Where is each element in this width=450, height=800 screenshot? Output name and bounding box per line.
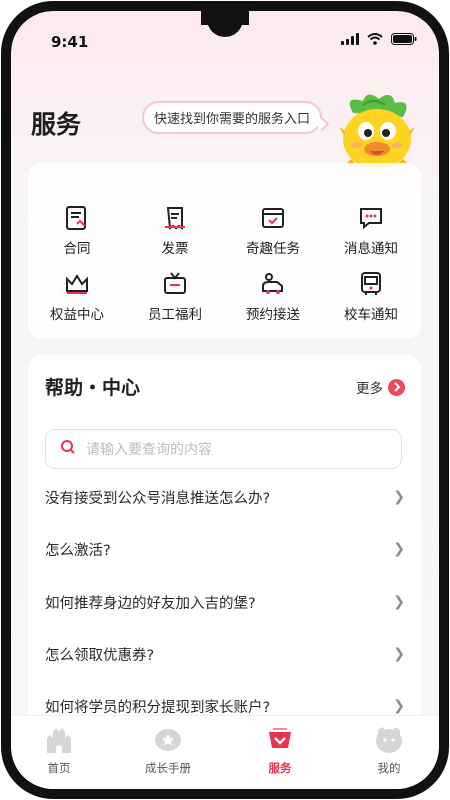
service-label: 消息通知: [344, 241, 398, 257]
faq-question: 怎么激活?: [45, 542, 111, 559]
tab-service[interactable]: 服务: [240, 724, 320, 776]
tab-label: 成长手册: [145, 761, 191, 775]
service-pickup[interactable]: 预约接送: [224, 269, 322, 329]
faq-question: 没有接受到公众号消息推送怎么办?: [45, 490, 271, 507]
faq-question: 如何推荐身边的好友加入吉的堡?: [45, 595, 256, 612]
service-label: 员工福利: [148, 307, 202, 323]
tab-label: 服务: [268, 761, 292, 775]
page-title: 服务: [31, 110, 82, 139]
faq-question: 如何将学员的积分提现到家长账户?: [45, 699, 271, 716]
device-frame: 9:41 服务 快速找到你需要的服务入口 合同 发票 奇趣任务 消息通知 权益中…: [1, 1, 449, 799]
service-invoice[interactable]: 发票: [126, 203, 224, 263]
bottom-tab-bar: 首页 成长手册 服务 我的: [11, 715, 439, 789]
services-card: 合同 发票 奇趣任务 消息通知 权益中心 员工福利 预约接送 校车通知: [28, 163, 421, 339]
tab-label: 我的: [377, 761, 401, 775]
faq-question: 怎么领取优惠券?: [45, 647, 155, 664]
chevron-right-icon: ❯: [393, 594, 405, 610]
service-label: 权益中心: [50, 307, 104, 323]
invoice-icon: [160, 203, 190, 233]
service-contract[interactable]: 合同: [28, 203, 126, 263]
search-icon: [60, 439, 76, 459]
wifi-icon: [367, 33, 383, 45]
hint-bubble: 快速找到你需要的服务入口: [142, 101, 330, 134]
status-time: 9:41: [51, 33, 89, 51]
service-label: 校车通知: [344, 307, 398, 323]
contract-icon: [62, 203, 92, 233]
task-icon: [258, 203, 288, 233]
service-rights[interactable]: 权益中心: [28, 269, 126, 329]
bubble-tail: [314, 116, 330, 132]
tab-label: 首页: [47, 761, 71, 775]
more-label: 更多: [356, 381, 383, 397]
service-welfare[interactable]: 员工福利: [126, 269, 224, 329]
profile-icon: [373, 724, 405, 756]
chevron-right-icon: [388, 378, 405, 396]
chevron-right-icon: ❯: [393, 698, 405, 714]
faq-item[interactable]: 没有接受到公众号消息推送怎么办? ❯: [45, 485, 405, 509]
service-label: 预约接送: [246, 307, 300, 323]
tab-profile[interactable]: 我的: [349, 724, 429, 776]
app-screen: 9:41 服务 快速找到你需要的服务入口 合同 发票 奇趣任务 消息通知 权益中…: [11, 11, 439, 789]
signal-icon: [341, 33, 359, 45]
chevron-right-icon: ❯: [393, 646, 405, 662]
help-center-card: 帮助・中心 更多 请输入要查询的内容 没有接受到公众号消息推送怎么办? ❯ 怎么…: [28, 355, 421, 725]
faq-item[interactable]: 如何推荐身边的好友加入吉的堡? ❯: [45, 590, 405, 614]
handbook-icon: [152, 724, 184, 756]
chevron-right-icon: ❯: [393, 489, 405, 505]
tab-home[interactable]: 首页: [19, 724, 99, 776]
castle-icon: [43, 724, 75, 756]
service-task[interactable]: 奇趣任务: [224, 203, 322, 263]
notch-cutout: [207, 11, 243, 37]
search-placeholder: 请输入要查询的内容: [86, 442, 212, 458]
phone-mockup: 9:41 服务 快速找到你需要的服务入口 合同 发票 奇趣任务 消息通知 权益中…: [0, 0, 450, 800]
chevron-right-icon: ❯: [393, 541, 405, 557]
service-label: 发票: [161, 241, 189, 257]
faq-item[interactable]: 怎么激活? ❯: [45, 537, 405, 561]
tab-handbook[interactable]: 成长手册: [128, 724, 208, 776]
search-input[interactable]: 请输入要查询的内容: [45, 429, 402, 469]
battery-icon: [391, 33, 417, 45]
service-bus[interactable]: 校车通知: [322, 269, 420, 329]
crown-icon: [62, 269, 92, 299]
tv-gift-icon: [160, 269, 190, 299]
faq-item[interactable]: 怎么领取优惠券? ❯: [45, 642, 405, 666]
help-center-title: 帮助・中心: [45, 377, 141, 399]
service-label: 合同: [63, 241, 91, 257]
bus-icon: [356, 269, 386, 299]
more-link[interactable]: 更多: [356, 377, 405, 397]
status-icons: [341, 33, 417, 45]
service-label: 奇趣任务: [246, 241, 300, 257]
service-message[interactable]: 消息通知: [322, 203, 420, 263]
message-icon: [356, 203, 386, 233]
service-icon: [264, 724, 296, 756]
pickup-icon: [258, 269, 288, 299]
hint-bubble-text: 快速找到你需要的服务入口: [154, 112, 311, 127]
